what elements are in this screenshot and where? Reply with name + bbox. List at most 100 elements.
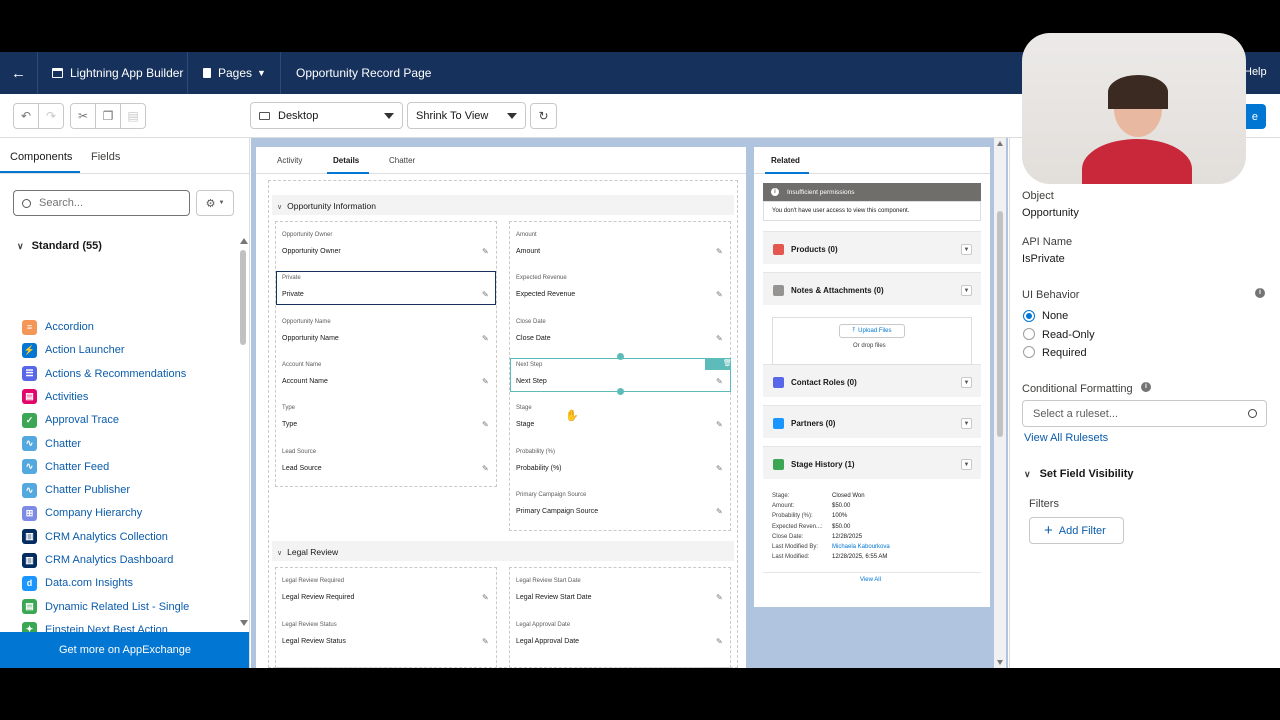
dropdown-icon[interactable]: ▼ (961, 244, 972, 255)
related-list-header[interactable]: Contact Roles (0) ▼ (763, 364, 981, 397)
device-select[interactable]: Desktop (250, 102, 403, 129)
view-all-link[interactable]: View All (860, 577, 881, 583)
related-list-icon (773, 285, 784, 296)
field-value[interactable]: Primary Campaign Source (516, 508, 598, 515)
component-item[interactable]: ∿ Chatter Feed (22, 458, 109, 476)
chevron-down-icon: ∨ (277, 204, 283, 211)
tab-details[interactable]: Details (333, 156, 359, 165)
component-item[interactable]: ∿ Chatter (22, 435, 81, 453)
component-item[interactable]: ⊞ Company Hierarchy (22, 504, 142, 522)
field-value[interactable]: Expected Revenue (516, 291, 575, 298)
dropdown-icon[interactable]: ▼ (961, 418, 972, 429)
set-field-visibility-section[interactable]: ∨ Set Field Visibility (1024, 468, 1134, 480)
trash-icon[interactable]: 🗑 (723, 359, 732, 367)
undo-button[interactable]: ↶ (13, 103, 39, 129)
field-value[interactable]: Legal Review Start Date (516, 594, 591, 601)
dropdown-icon[interactable]: ▼ (961, 285, 972, 296)
component-item[interactable]: ▤ Activities (22, 388, 88, 406)
tab-components[interactable]: Components (10, 151, 72, 163)
warning-banner: i Insufficient permissions (763, 183, 981, 201)
ruleset-search-input[interactable]: Select a ruleset... (1022, 400, 1267, 427)
redo-button[interactable]: ↷ (38, 103, 64, 129)
field-value[interactable]: Legal Review Required (282, 594, 354, 601)
component-item[interactable]: ▥ CRM Analytics Dashboard (22, 551, 173, 569)
add-filter-label: Add Filter (1058, 524, 1106, 537)
dropdown-icon[interactable]: ▼ (961, 377, 972, 388)
radio-required[interactable] (1023, 346, 1035, 358)
component-item[interactable]: d Data.com Insights (22, 574, 133, 592)
component-item[interactable]: ✓ Approval Trace (22, 411, 119, 429)
section-legal-review[interactable]: ∨ Legal Review (277, 547, 338, 557)
radio-none[interactable] (1023, 310, 1035, 322)
component-item[interactable]: ▥ CRM Analytics Collection (22, 528, 168, 546)
pages-menu[interactable]: Pages ▼ (188, 52, 281, 94)
copy-button[interactable]: ❐ (95, 103, 121, 129)
paste-button[interactable]: ▤ (120, 103, 146, 129)
canvas-scrollbar[interactable] (994, 138, 1006, 668)
component-item[interactable]: ⚡ Action Launcher (22, 341, 125, 359)
scroll-thumb[interactable] (240, 250, 246, 345)
history-key: Close Date: (772, 533, 804, 540)
field-value[interactable]: Legal Review Status (282, 638, 346, 645)
info-icon[interactable]: i (1255, 288, 1265, 298)
field-value[interactable]: Opportunity Name (282, 335, 339, 342)
field-value[interactable]: Opportunity Owner (282, 248, 341, 255)
component-icon: ≡ (22, 319, 37, 335)
edit-pencil-icon: ✎ (716, 593, 723, 602)
component-item[interactable]: ≡ Accordion (22, 318, 94, 336)
tab-fields[interactable]: Fields (91, 151, 120, 163)
app-title: Lightning App Builder (38, 52, 188, 94)
tabs-component[interactable]: Activity Details Chatter ∨ Opportunity In… (256, 147, 746, 668)
field-value[interactable]: Lead Source (282, 465, 322, 472)
cut-button[interactable]: ✂ (70, 103, 96, 129)
settings-menu-button[interactable]: ⚙ ▼ (196, 190, 234, 216)
upload-files-button[interactable]: ⤒ Upload Files (839, 324, 905, 338)
components-scrollbar[interactable] (238, 238, 248, 628)
refresh-button[interactable]: ↻ (530, 103, 557, 129)
history-value[interactable]: Michaela Kabourkova (832, 544, 890, 550)
component-item[interactable]: ☰ Actions & Recommendations (22, 365, 186, 383)
info-icon[interactable]: i (1141, 382, 1151, 392)
section-header[interactable] (272, 541, 734, 561)
component-icon: ∿ (22, 459, 37, 475)
component-item[interactable]: ▤ Dynamic Related List - Single (22, 598, 189, 616)
tab-chatter[interactable]: Chatter (389, 156, 415, 165)
selected-field-private[interactable] (276, 271, 496, 305)
scroll-thumb[interactable] (997, 211, 1003, 437)
field-value[interactable]: Close Date (516, 335, 551, 342)
field-value[interactable]: Stage (516, 421, 534, 428)
drop-target-next-step[interactable] (510, 358, 731, 392)
related-list-header[interactable]: Partners (0) ▼ (763, 405, 981, 438)
page-name-label: Opportunity Record Page (296, 66, 432, 80)
related-list-header[interactable]: Products (0) ▼ (763, 231, 981, 264)
zoom-select[interactable]: Shrink To View (407, 102, 526, 129)
radio-read-only[interactable] (1023, 328, 1035, 340)
history-key: Amount: (772, 503, 795, 510)
history-value: $50.00 (832, 503, 851, 510)
dropdown-icon[interactable]: ▼ (961, 459, 972, 470)
resize-handle-top[interactable] (617, 353, 624, 360)
related-list-header[interactable]: Notes & Attachments (0) ▼ (763, 272, 981, 305)
add-filter-button[interactable]: + Add Filter (1029, 517, 1124, 544)
resize-handle-bottom[interactable] (617, 388, 624, 395)
view-all-rulesets-link[interactable]: View All Rulesets (1024, 432, 1108, 444)
field-value[interactable]: Type (282, 421, 297, 428)
search-input[interactable]: Search... (13, 190, 190, 216)
field-value[interactable]: Account Name (282, 378, 328, 385)
tab-activity[interactable]: Activity (277, 156, 302, 165)
related-list-header[interactable]: Stage History (1) ▼ (763, 446, 981, 479)
help-link[interactable]: Help (1244, 66, 1267, 78)
edit-pencil-icon: ✎ (716, 506, 723, 516)
group-standard[interactable]: ∨ Standard (55) (17, 240, 102, 252)
back-button[interactable]: ← (0, 52, 38, 94)
component-icon: ☰ (22, 366, 37, 382)
related-component[interactable]: Related i Insufficient permissions You d… (754, 147, 990, 607)
appexchange-button[interactable]: Get more on AppExchange (0, 632, 249, 668)
section-opportunity-information[interactable]: ∨ Opportunity Information (277, 201, 376, 211)
chevron-down-icon: ∨ (17, 240, 24, 251)
field-value[interactable]: Amount (516, 248, 540, 255)
field-value[interactable]: Probability (%) (516, 465, 562, 472)
tab-related[interactable]: Related (771, 156, 800, 165)
component-item[interactable]: ∿ Chatter Publisher (22, 481, 130, 499)
field-value[interactable]: Legal Approval Date (516, 638, 579, 645)
